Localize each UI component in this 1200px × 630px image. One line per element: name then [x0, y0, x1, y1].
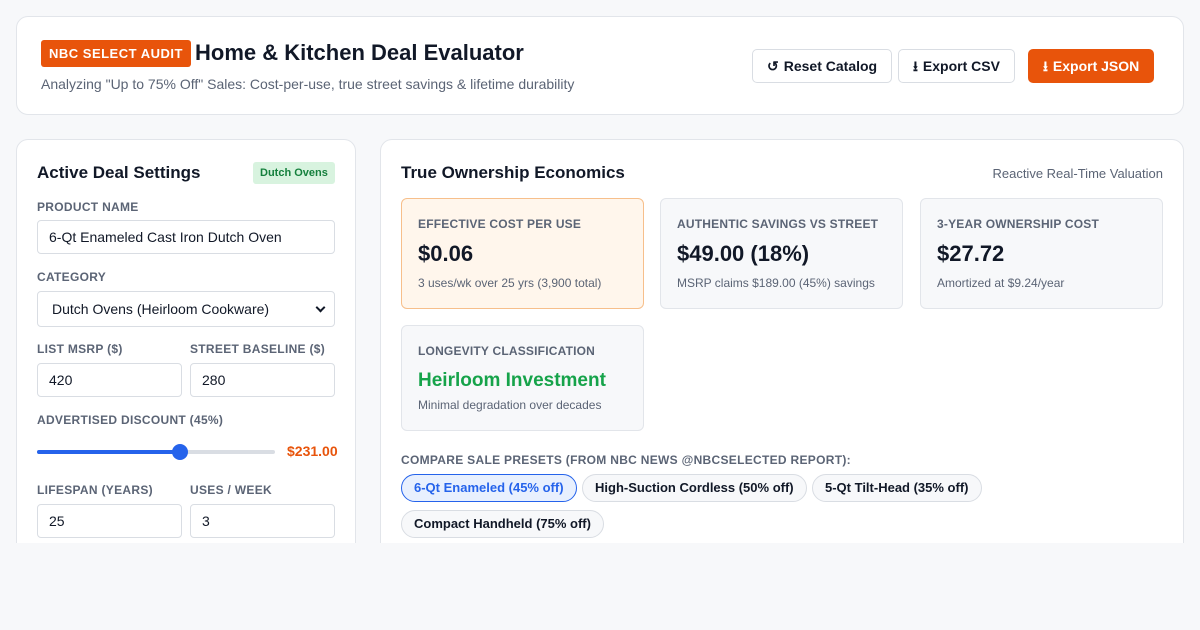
reset-icon: ↺ [767, 58, 779, 74]
metric-value: $49.00 (18%) [677, 241, 810, 266]
download-icon: ⭳ [913, 58, 918, 74]
deal-settings-panel: Active Deal Settings Dutch Ovens PRODUCT… [16, 139, 356, 559]
street-baseline-label: STREET BASELINE ($) [190, 342, 326, 356]
page-title: Home & Kitchen Deal Evaluator [195, 40, 524, 65]
export-json-label: Export JSON [1052, 58, 1140, 74]
metric-longevity: LONGEVITY CLASSIFICATION Heirloom Invest… [401, 325, 644, 431]
download-icon: ⭳ [1043, 58, 1048, 74]
metric-ownership-cost: 3-YEAR OWNERSHIP COST $27.72 Amortized a… [920, 198, 1163, 309]
export-json-button[interactable]: ⭳ Export JSON [1028, 49, 1155, 83]
metric-cost-per-use: EFFECTIVE COST PER USE $0.06 3 uses/wk o… [401, 198, 644, 309]
discount-slider-fill [37, 450, 180, 454]
metric-label: 3-YEAR OWNERSHIP COST [937, 217, 1099, 231]
chevron-down-icon [315, 302, 326, 312]
audit-badge: NBC SELECT AUDIT [41, 40, 191, 67]
reset-catalog-label: Reset Catalog [783, 58, 878, 74]
metric-note: Minimal degradation over decades [418, 398, 602, 412]
product-name-input[interactable] [37, 220, 335, 254]
metric-label: AUTHENTIC SAVINGS VS STREET [677, 217, 879, 231]
presets-label: COMPARE SALE PRESETS (FROM NBC NEWS @NBC… [401, 453, 851, 467]
preset-chip[interactable]: Compact Handheld (75% off) [401, 510, 604, 538]
reset-catalog-button[interactable]: ↺ Reset Catalog [752, 49, 893, 83]
category-label: CATEGORY [37, 270, 107, 284]
msrp-input[interactable] [37, 363, 182, 397]
uses-per-week-label: USES / WEEK [190, 483, 272, 497]
uses-per-week-input[interactable] [190, 504, 335, 538]
settings-title: Active Deal Settings [37, 163, 201, 182]
header-card: NBC SELECT AUDIT Home & Kitchen Deal Eva… [16, 16, 1184, 115]
preset-chip[interactable]: 6-Qt Enameled (45% off) [401, 474, 577, 502]
preset-chip[interactable]: High-Suction Cordless (50% off) [582, 474, 807, 502]
metric-note: MSRP claims $189.00 (45%) savings [677, 276, 875, 290]
ownership-economics-panel: True Ownership Economics Reactive Real-T… [380, 139, 1184, 559]
metric-note: 3 uses/wk over 25 yrs (3,900 total) [418, 276, 602, 290]
msrp-label: LIST MSRP ($) [37, 342, 123, 356]
metric-value: $27.72 [937, 241, 1005, 266]
product-name-label: PRODUCT NAME [37, 200, 139, 214]
economics-title: True Ownership Economics [401, 163, 625, 182]
sale-price-value: $231.00 [287, 443, 338, 459]
category-select-value: Dutch Ovens (Heirloom Cookware) [52, 301, 270, 317]
discount-slider[interactable] [37, 444, 275, 460]
page-background [0, 543, 1200, 630]
lifespan-label: LIFESPAN (YEARS) [37, 483, 153, 497]
metric-value: $0.06 [418, 241, 474, 266]
discount-slider-thumb[interactable] [171, 444, 188, 460]
metric-label: EFFECTIVE COST PER USE [418, 217, 582, 231]
discount-label: ADVERTISED DISCOUNT (45%) [37, 413, 224, 427]
metric-value: Heirloom Investment [418, 370, 606, 391]
street-baseline-input[interactable] [190, 363, 335, 397]
export-csv-label: Export CSV [922, 58, 1000, 74]
metric-note: Amortized at $9.24/year [937, 276, 1065, 290]
category-tag: Dutch Ovens [253, 162, 335, 184]
valuation-hint: Reactive Real-Time Valuation [992, 166, 1163, 181]
preset-chip[interactable]: 5-Qt Tilt-Head (35% off) [812, 474, 982, 502]
export-csv-button[interactable]: ⭳ Export CSV [898, 49, 1015, 83]
category-select[interactable]: Dutch Ovens (Heirloom Cookware) [37, 291, 335, 327]
metric-authentic-savings: AUTHENTIC SAVINGS VS STREET $49.00 (18%)… [660, 198, 903, 309]
page-subtitle: Analyzing "Up to 75% Off" Sales: Cost-pe… [41, 76, 575, 92]
metric-label: LONGEVITY CLASSIFICATION [418, 344, 596, 358]
lifespan-input[interactable] [37, 504, 182, 538]
